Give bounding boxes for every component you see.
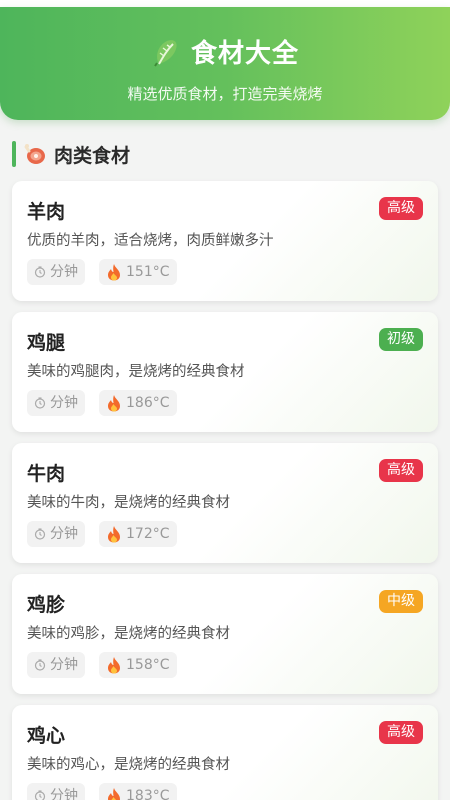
header: 食材大全 精选优质食材，打造完美烧烤 <box>0 7 450 120</box>
temperature-chip: 183°C <box>99 783 177 800</box>
fire-icon <box>108 657 120 674</box>
fire-icon <box>108 526 120 543</box>
ingredient-description: 美味的牛肉，是烧烤的经典食材 <box>27 495 230 511</box>
ingredient-name: 牛肉 <box>27 463 66 485</box>
ingredient-card[interactable]: 鸡腿 初级 美味的鸡腿肉，是烧烤的经典食材 分钟 186°C <box>12 312 438 432</box>
cook-time-chip: 分钟 <box>27 652 85 678</box>
cook-time-label: 分钟 <box>50 264 78 280</box>
cook-time-label: 分钟 <box>50 395 78 411</box>
section-accent-bar <box>12 141 16 167</box>
section-title: 肉类食材 <box>54 144 131 167</box>
fire-icon <box>108 395 120 412</box>
ingredient-name: 羊肉 <box>27 201 66 223</box>
meat-icon <box>24 144 45 164</box>
cook-time-chip: 分钟 <box>27 259 85 285</box>
ingredient-card[interactable]: 鸡胗 中级 美味的鸡胗，是烧烤的经典食材 分钟 158°C <box>12 574 438 694</box>
cook-time-chip: 分钟 <box>27 521 85 547</box>
level-badge: 中级 <box>379 590 423 613</box>
cook-time-chip: 分钟 <box>27 390 85 416</box>
temperature-chip: 151°C <box>99 259 177 285</box>
ingredient-name: 鸡胗 <box>27 594 66 616</box>
clock-icon <box>34 790 46 800</box>
ingredient-description: 美味的鸡心，是烧烤的经典食材 <box>27 757 230 773</box>
section-header: 肉类食材 <box>12 139 130 169</box>
page: 食材大全 精选优质食材，打造完美烧烤 肉类食材 羊肉 高级 优质的羊肉，适合烧烤… <box>0 0 450 800</box>
level-badge: 高级 <box>379 721 423 744</box>
temperature-value: 172°C <box>126 526 170 542</box>
ingredient-list: 羊肉 高级 优质的羊肉，适合烧烤，肉质鲜嫩多汁 分钟 151°C 鸡腿 初级 美… <box>12 181 438 800</box>
temperature-chip: 186°C <box>99 390 177 416</box>
fire-icon <box>108 788 120 800</box>
clock-icon <box>34 266 46 278</box>
level-badge: 高级 <box>379 197 423 220</box>
page-subtitle: 精选优质食材，打造完美烧烤 <box>127 85 323 103</box>
cook-time-chip: 分钟 <box>27 783 85 800</box>
ingredient-description: 美味的鸡胗，是烧烤的经典食材 <box>27 626 230 642</box>
temperature-value: 151°C <box>126 264 170 280</box>
fire-icon <box>108 264 120 281</box>
temperature-value: 183°C <box>126 788 170 800</box>
ingredient-card[interactable]: 牛肉 高级 美味的牛肉，是烧烤的经典食材 分钟 172°C <box>12 443 438 563</box>
header-title-row: 食材大全 <box>0 33 450 70</box>
ingredient-description: 优质的羊肉，适合烧烤，肉质鲜嫩多汁 <box>27 233 274 249</box>
cook-time-label: 分钟 <box>50 657 78 673</box>
level-badge: 初级 <box>379 328 423 351</box>
temperature-value: 158°C <box>126 657 170 673</box>
clock-icon <box>34 659 46 671</box>
ingredient-name: 鸡腿 <box>27 332 66 354</box>
cook-time-label: 分钟 <box>50 526 78 542</box>
ingredient-description: 美味的鸡腿肉，是烧烤的经典食材 <box>27 364 245 380</box>
temperature-chip: 172°C <box>99 521 177 547</box>
ingredient-card[interactable]: 鸡心 高级 美味的鸡心，是烧烤的经典食材 分钟 183°C <box>12 705 438 800</box>
temperature-chip: 158°C <box>99 652 177 678</box>
page-title: 食材大全 <box>190 39 299 69</box>
status-strip <box>0 0 450 7</box>
clock-icon <box>34 397 46 409</box>
leaf-icon <box>154 39 177 67</box>
ingredient-name: 鸡心 <box>27 725 66 747</box>
cook-time-label: 分钟 <box>50 788 78 800</box>
ingredient-card[interactable]: 羊肉 高级 优质的羊肉，适合烧烤，肉质鲜嫩多汁 分钟 151°C <box>12 181 438 301</box>
level-badge: 高级 <box>379 459 423 482</box>
temperature-value: 186°C <box>126 395 170 411</box>
clock-icon <box>34 528 46 540</box>
